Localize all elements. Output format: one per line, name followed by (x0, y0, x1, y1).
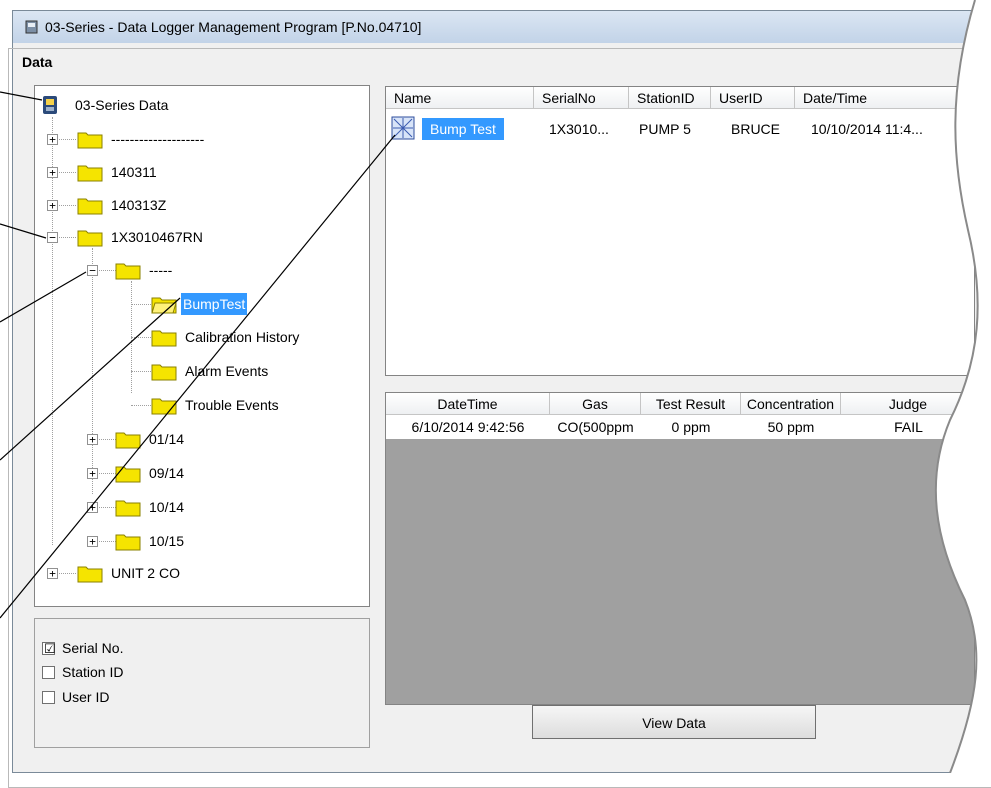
tree-item[interactable]: + UNIT 2 CO (35, 562, 365, 584)
tree-label: Alarm Events (185, 363, 269, 379)
tree-item[interactable]: + -------------------- (35, 128, 365, 150)
column-header-concentration[interactable]: Concentration (741, 393, 841, 415)
expand-icon[interactable]: + (47, 568, 58, 579)
tree-label: 140313Z (111, 197, 167, 213)
tree-label: Calibration History (185, 329, 300, 345)
folder-icon (151, 330, 177, 347)
folder-icon (115, 500, 141, 517)
expand-icon[interactable]: + (87, 502, 98, 513)
folder-icon (77, 230, 103, 247)
column-header-test-result[interactable]: Test Result (641, 393, 741, 415)
folder-icon (77, 132, 103, 149)
column-header-gas[interactable]: Gas (550, 393, 641, 415)
tree-item[interactable]: + 140313Z (35, 194, 365, 216)
column-header-name[interactable]: Name (386, 87, 534, 109)
tree-item[interactable]: − 1X3010467RN (35, 226, 365, 248)
folder-icon (151, 364, 177, 381)
column-header-stationid[interactable]: StationID (629, 87, 711, 109)
window-title: 03-Series - Data Logger Management Progr… (45, 19, 422, 35)
tree-item[interactable]: − ----- (35, 259, 365, 281)
tree-item[interactable]: + 10/15 (35, 530, 365, 552)
expand-icon[interactable]: + (47, 134, 58, 145)
column-header-userid[interactable]: UserID (711, 87, 795, 109)
tree-label: -------------------- (111, 131, 205, 147)
expand-icon[interactable]: + (87, 468, 98, 479)
file-list[interactable]: Name SerialNo StationID UserID Date/Time… (385, 86, 976, 376)
column-header-judge[interactable]: Judge (841, 393, 976, 415)
tree-label-selected: BumpTest (181, 293, 248, 315)
cell-test-result: 0 ppm (671, 419, 711, 435)
tree-item[interactable]: Alarm Events (35, 360, 365, 382)
folder-icon (115, 466, 141, 483)
tree-label: 10/14 (149, 499, 185, 515)
folder-icon (77, 198, 103, 215)
folder-icon (115, 534, 141, 551)
checkbox-box[interactable] (42, 691, 55, 704)
checkbox-label: User ID (62, 689, 110, 705)
collapse-icon[interactable]: − (87, 265, 98, 276)
checkbox-box[interactable] (42, 666, 55, 679)
table-row[interactable]: 6/10/2014 9:42:56 CO(500ppm 0 ppm 50 ppm… (386, 415, 974, 439)
cell-gas: CO(500ppm (557, 419, 634, 435)
expand-icon[interactable]: + (47, 167, 58, 178)
cell-concentration: 50 ppm (767, 419, 815, 435)
tree-item[interactable]: + 10/14 (35, 496, 365, 518)
checkbox-label: Serial No. (62, 640, 124, 656)
expand-icon[interactable]: + (87, 536, 98, 547)
logger-icon (43, 96, 57, 114)
title-bar: 03-Series - Data Logger Management Progr… (13, 11, 990, 43)
list-item-datetime: 10/10/2014 11:4... (811, 121, 923, 137)
tree-label: 09/14 (149, 465, 185, 481)
expand-icon[interactable]: + (87, 434, 98, 445)
tree-label: Trouble Events (185, 397, 279, 413)
cell-judge: FAIL (894, 419, 923, 435)
data-group-label: Data (20, 54, 55, 70)
list-item-station: PUMP 5 (639, 121, 691, 137)
tree-label: 140311 (111, 164, 157, 180)
tree-item[interactable]: + 140311 (35, 161, 365, 183)
column-header-serialno[interactable]: SerialNo (534, 87, 629, 109)
tree-item[interactable]: + 01/14 (35, 428, 365, 450)
data-file-icon (391, 116, 415, 140)
tree-label: 03-Series Data (75, 97, 169, 113)
folder-icon (77, 165, 103, 182)
list-item-serial: 1X3010... (549, 121, 609, 137)
column-header-datetime[interactable]: Date/Time (795, 87, 976, 109)
checkbox-box[interactable]: ☑ (42, 641, 56, 656)
collapse-icon[interactable]: − (47, 232, 58, 243)
tree-item[interactable]: Trouble Events (35, 394, 365, 416)
check-mark-icon: ☑ (44, 641, 56, 656)
app-icon (25, 20, 38, 34)
column-header-datetime[interactable]: DateTime (386, 393, 550, 415)
tree-label: ----- (149, 262, 173, 278)
checkbox-label: Station ID (62, 664, 124, 680)
folder-icon (77, 566, 103, 583)
folder-icon (115, 432, 141, 449)
tree-item[interactable]: Calibration History (35, 326, 365, 348)
expand-icon[interactable]: + (47, 200, 58, 211)
folder-icon (115, 263, 141, 280)
data-tree[interactable]: 03-Series Data + -------------------- + … (34, 85, 370, 607)
view-data-button[interactable]: View Data (532, 705, 816, 739)
cell-datetime: 6/10/2014 9:42:56 (411, 419, 525, 435)
list-item-name: Bump Test (422, 118, 504, 140)
tree-label: 10/15 (149, 533, 185, 549)
list-item-user: BRUCE (731, 121, 781, 137)
open-folder-icon (151, 297, 177, 314)
tree-label: 1X3010467RN (111, 229, 203, 245)
tree-label: UNIT 2 CO (111, 565, 180, 581)
tree-label: 01/14 (149, 431, 185, 447)
detail-grid[interactable]: DateTime Gas Test Result Concentration J… (385, 392, 976, 705)
tree-item-bumptest[interactable]: BumpTest (35, 293, 365, 315)
tree-item[interactable]: + 09/14 (35, 462, 365, 484)
folder-icon (151, 398, 177, 415)
